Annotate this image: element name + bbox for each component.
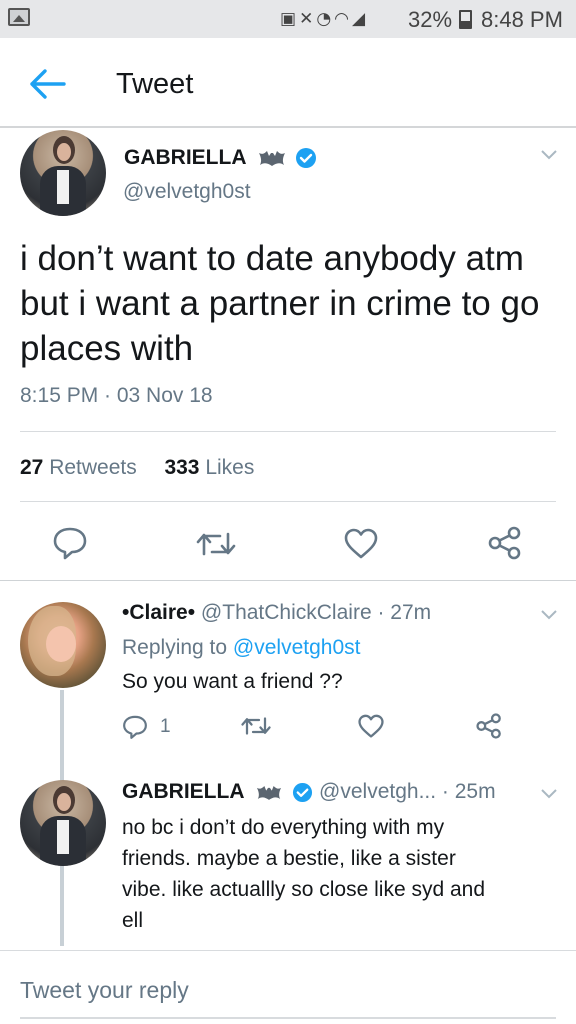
retweet-icon[interactable] — [196, 530, 236, 558]
share-icon[interactable] — [476, 713, 502, 739]
author-handle[interactable]: @velvetgh... — [319, 780, 436, 803]
reply-text-line: vibe. like actuallly so close like syd a… — [122, 878, 486, 901]
reply-count: 1 — [160, 716, 171, 737]
reply-text-line: ell — [122, 909, 144, 932]
retweets-count: 27 — [20, 456, 44, 479]
tweet-stats: 27 Retweets 333 Likes — [20, 456, 254, 480]
app-header: Tweet — [0, 38, 576, 128]
bat-emoji-icon — [257, 785, 282, 800]
reply-input[interactable]: Tweet your reply — [20, 977, 189, 1004]
author-name[interactable]: GABRIELLA — [122, 780, 245, 803]
reply-text: no bc i don’t do everything with my frie… — [122, 812, 562, 936]
likes-stat[interactable]: 333 Likes — [164, 456, 254, 479]
wifi-icon: ◠ — [334, 9, 352, 29]
reply-icon[interactable] — [52, 526, 88, 560]
likes-label: Likes — [205, 456, 255, 479]
retweet-icon[interactable] — [241, 715, 271, 737]
system-icons: ▣✕◔◠◢ — [280, 9, 368, 29]
author-name[interactable]: GABRIELLA — [124, 146, 317, 170]
reply-text-line: no bc i don’t do everything with my — [122, 816, 445, 839]
status-bar: ▣✕◔◠◢ 32% 8:48 PM — [0, 0, 576, 38]
nfc-icon: ▣ — [280, 9, 300, 29]
avatar[interactable] — [20, 780, 106, 866]
replying-to-link[interactable]: @velvetgh0st — [233, 636, 361, 659]
bat-emoji-icon — [258, 151, 285, 167]
chevron-down-icon[interactable] — [540, 787, 558, 799]
retweets-stat[interactable]: 27 Retweets — [20, 456, 137, 479]
signal-icon: ◢ — [352, 9, 369, 29]
like-heart-icon[interactable] — [344, 528, 378, 560]
alarm-icon: ◔ — [316, 9, 335, 29]
replying-to: Replying to @velvetgh0st — [122, 636, 360, 660]
reply-time: · 27m — [377, 601, 432, 624]
reply-text: So you want a friend ?? — [122, 670, 343, 693]
reply-composer[interactable]: Tweet your reply — [0, 950, 576, 1024]
reply-icon[interactable] — [122, 714, 148, 740]
avatar[interactable] — [20, 602, 106, 688]
tweet-text: i don’t want to date anybody atm but i w… — [20, 239, 540, 368]
verified-badge-icon — [296, 148, 317, 169]
battery-icon — [459, 10, 472, 29]
replying-label: Replying to — [122, 636, 228, 659]
tweet-timestamp: 8:15 PM · 03 Nov 18 — [20, 384, 213, 407]
chevron-down-icon[interactable] — [540, 608, 558, 620]
battery-percent: 32% — [408, 7, 453, 32]
divider — [20, 431, 556, 432]
gallery-icon — [8, 8, 30, 26]
page-title: Tweet — [116, 68, 194, 100]
retweets-label: Retweets — [49, 456, 137, 479]
reply-text-line: friends. maybe a bestie, like a sister — [122, 847, 456, 870]
author-handle[interactable]: @velvetgh0st — [123, 180, 251, 204]
author-name-text: GABRIELLA — [124, 146, 246, 169]
verified-badge-icon — [293, 782, 313, 802]
avatar[interactable] — [20, 130, 106, 216]
divider — [0, 580, 576, 581]
clock: 8:48 PM — [481, 7, 563, 32]
input-underline — [20, 1017, 556, 1019]
reply-header: GABRIELLA @velvetgh... · 25m — [122, 780, 496, 804]
divider — [20, 501, 556, 502]
back-arrow-icon[interactable] — [28, 66, 68, 102]
reply-time: · 25m — [441, 780, 496, 803]
reply-actions: 1 — [0, 712, 576, 742]
share-icon[interactable] — [488, 526, 522, 560]
reply-header: •Claire• @ThatChickClaire · 27m — [122, 601, 431, 625]
author-name[interactable]: •Claire• — [122, 601, 195, 624]
tweet-actions — [0, 522, 576, 566]
chevron-down-icon[interactable] — [540, 148, 558, 160]
likes-count: 333 — [164, 456, 200, 479]
like-heart-icon[interactable] — [358, 714, 384, 739]
mute-icon: ✕ — [299, 9, 317, 29]
author-handle[interactable]: @ThatChickClaire — [201, 601, 372, 624]
